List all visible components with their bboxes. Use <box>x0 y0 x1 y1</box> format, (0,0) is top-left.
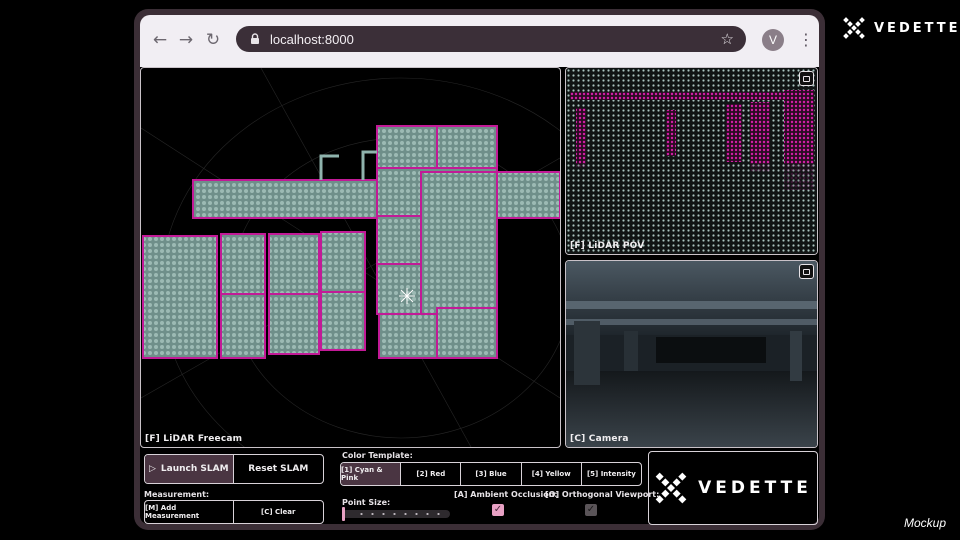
vedette-logo-icon <box>843 17 865 39</box>
corner-logo: VEDETTE <box>842 16 960 40</box>
back-arrow-icon[interactable]: ← <box>150 30 170 50</box>
camera-feed <box>566 261 817 447</box>
play-icon: ▷ <box>148 464 156 474</box>
lidar-pov-view[interactable]: [F] LiDAR POV <box>565 67 818 255</box>
camera-label: [C] Camera <box>570 434 629 444</box>
pov-label: [F] LiDAR POV <box>570 241 645 251</box>
color-template-cyan-pink[interactable]: [1] Cyan & Pink <box>341 463 402 485</box>
launch-slam-label: Launch SLAM <box>160 464 229 474</box>
ambient-occlusion-label: [A] Ambient Occlusion: <box>454 490 558 499</box>
color-template-yellow[interactable]: [4] Yellow <box>522 463 582 485</box>
measurement-button-group: [M] Add Measurement [C] Clear <box>144 500 324 524</box>
brand-panel: VEDETTE <box>648 451 818 525</box>
color-template-intensity[interactable]: [5] Intensity <box>582 463 641 485</box>
forward-arrow-icon[interactable]: → <box>176 30 196 50</box>
reload-icon[interactable]: ↻ <box>203 30 223 50</box>
add-measurement-button[interactable]: [M] Add Measurement <box>145 501 234 523</box>
launch-slam-button[interactable]: ▷ Launch SLAM <box>145 455 234 483</box>
browser-menu-icon[interactable]: ⋮ <box>798 29 814 51</box>
color-template-label: Color Template: <box>342 451 413 460</box>
browser-toolbar: ← → ↻ localhost:8000 ☆ V ⋮ <box>140 15 819 67</box>
brand-wordmark: VEDETTE <box>874 20 960 36</box>
browser-window: ← → ↻ localhost:8000 ☆ V ⋮ [F] LiDAR Fre… <box>134 9 825 530</box>
mockup-label: Mockup <box>903 516 946 530</box>
camera-switch-icon[interactable] <box>799 264 814 279</box>
app-content: [F] LiDAR Freecam [F] LiDAR POV [C] Came… <box>140 67 819 525</box>
ambient-occlusion-checkbox[interactable]: ✓ <box>492 504 504 516</box>
url-text: localhost:8000 <box>270 31 354 47</box>
drone-marker-icon <box>399 288 415 304</box>
reset-slam-button[interactable]: Reset SLAM <box>234 455 324 483</box>
camera-view[interactable]: [C] Camera <box>565 260 818 448</box>
color-template-group: [1] Cyan & Pink [2] Red [3] Blue [4] Yel… <box>340 462 642 486</box>
profile-avatar[interactable]: V <box>762 29 784 51</box>
color-template-red[interactable]: [2] Red <box>401 463 462 485</box>
lidar-freecam-view[interactable]: [F] LiDAR Freecam <box>140 67 561 448</box>
slam-button-group: ▷ Launch SLAM Reset SLAM <box>144 454 324 484</box>
point-size-label: Point Size: <box>342 498 391 507</box>
freecam-label: [F] LiDAR Freecam <box>145 434 243 444</box>
camera-switch-icon[interactable] <box>799 71 814 86</box>
measurement-label: Measurement: <box>144 490 210 499</box>
point-size-slider[interactable] <box>342 507 450 521</box>
brand-panel-wordmark: VEDETTE <box>698 478 812 498</box>
bookmark-star-icon[interactable]: ☆ <box>721 30 734 48</box>
vedette-logo-icon <box>655 472 687 504</box>
point-cloud-render <box>141 68 560 447</box>
orthogonal-viewport-label: [O] Orthogonal Viewport: <box>545 490 660 499</box>
clear-measurement-button[interactable]: [C] Clear <box>234 501 324 523</box>
orthogonal-viewport-checkbox[interactable]: ✓ <box>585 504 597 516</box>
lock-icon <box>251 33 259 44</box>
color-template-blue[interactable]: [3] Blue <box>461 463 522 485</box>
pov-point-cloud-render <box>566 68 817 254</box>
address-bar[interactable]: localhost:8000 ☆ <box>236 26 746 52</box>
point-size-slider-handle[interactable] <box>342 507 345 521</box>
slider-ticks <box>356 513 444 515</box>
